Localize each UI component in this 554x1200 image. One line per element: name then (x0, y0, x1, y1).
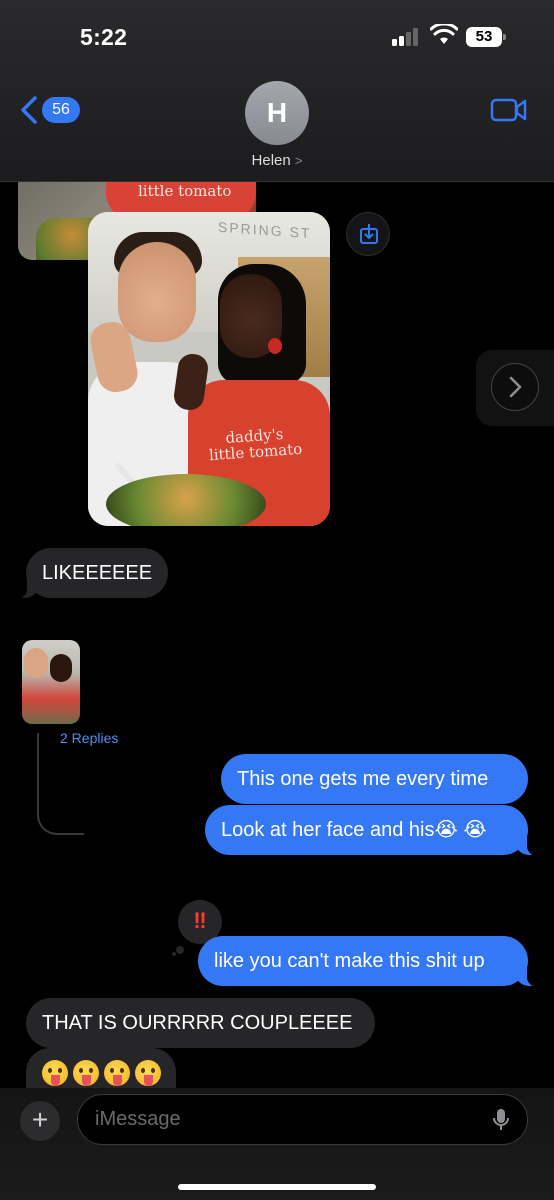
download-icon (360, 224, 378, 244)
thumbnail-face (50, 654, 72, 682)
compose-bar: + iMessage (0, 1088, 554, 1200)
chevron-right-icon: > (294, 153, 303, 168)
photo-shirt-text: daddy's little tomato (199, 424, 311, 464)
unread-count-badge: 56 (42, 97, 80, 123)
tongue-emoji-icon (104, 1060, 130, 1086)
back-button[interactable]: 56 (18, 94, 80, 126)
battery-indicator: 53 (466, 27, 506, 47)
message-received-emoji[interactable] (26, 1048, 176, 1088)
status-time: 5:22 (80, 24, 128, 50)
contact-name[interactable]: Helen > (0, 152, 554, 169)
tongue-emoji-icon (135, 1060, 161, 1086)
wifi-icon (430, 24, 458, 44)
thread-photo-thumbnail[interactable] (22, 640, 80, 724)
home-indicator[interactable] (178, 1184, 376, 1190)
add-attachment-button[interactable]: + (20, 1101, 60, 1141)
contact-avatar[interactable]: H (245, 81, 309, 145)
chevron-left-icon (21, 96, 37, 124)
thumbnail-face (24, 648, 48, 678)
message-input-placeholder: iMessage (95, 1108, 181, 1130)
message-text: THAT IS OURRRRR COUPLEEEE (42, 1012, 353, 1034)
tongue-emoji-icon (73, 1060, 99, 1086)
message-text: like you can't make this shit up (214, 950, 485, 972)
message-text: Look at her face and his😭 😭 (221, 819, 487, 841)
tongue-emoji-icon (42, 1060, 68, 1086)
chevron-right-icon (509, 376, 522, 398)
contact-name-text: Helen (251, 152, 291, 169)
photo-food (106, 474, 266, 526)
message-sent[interactable]: like you can't make this shit up (198, 936, 539, 987)
next-photo-button[interactable] (491, 363, 539, 411)
message-text: LIKEEEEEE (42, 562, 153, 584)
reaction-tail-dot (172, 952, 176, 956)
thread-connector-line (37, 733, 84, 835)
message-sent[interactable]: Look at her face and his😭 😭 (205, 805, 539, 856)
message-input[interactable]: iMessage (77, 1094, 528, 1145)
message-text: This one gets me every time (237, 768, 489, 790)
photo-earring (268, 338, 282, 354)
navigation-header: 5:22 53 56 H Helen > (0, 0, 554, 182)
message-received[interactable]: THAT IS OURRRRR COUPLEEEE (26, 998, 375, 1048)
reaction-tail-dot (176, 946, 184, 954)
message-received[interactable]: LIKEEEEEE (15, 548, 168, 599)
signal-icon (392, 28, 422, 46)
photo-message[interactable]: SPRING ST daddy's little tomato (88, 212, 330, 526)
photo-man-face (118, 242, 196, 342)
shirt-text: little tomato (138, 182, 232, 200)
facetime-video-icon[interactable] (490, 96, 528, 124)
message-sent[interactable]: This one gets me every time (221, 754, 528, 804)
save-photo-button[interactable] (346, 212, 390, 256)
microphone-icon[interactable] (491, 1108, 511, 1132)
